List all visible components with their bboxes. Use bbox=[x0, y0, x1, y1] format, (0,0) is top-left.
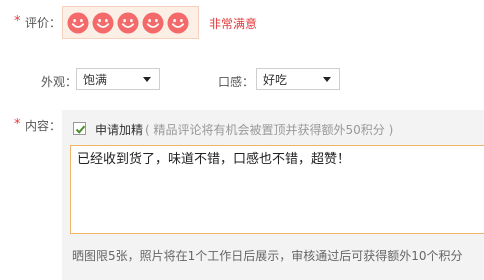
smiley-face-icon[interactable] bbox=[67, 12, 89, 34]
rating-stars[interactable] bbox=[62, 6, 199, 39]
appearance-select[interactable]: 饱满 bbox=[76, 68, 160, 90]
chevron-down-icon bbox=[143, 77, 151, 82]
photo-upload-note: 晒图限5张，照片将在1个工作日后展示，审核通过后可获得额外10个积分 bbox=[72, 249, 463, 263]
smiley-face-icon[interactable] bbox=[92, 12, 114, 34]
chevron-down-icon bbox=[323, 77, 331, 82]
rating-text: 非常满意 bbox=[209, 17, 258, 31]
taste-select[interactable]: 好吃 bbox=[256, 68, 340, 90]
taste-label: 口感： bbox=[218, 75, 255, 89]
apply-featured-checkbox[interactable] bbox=[73, 122, 86, 135]
taste-value: 好吃 bbox=[263, 72, 288, 87]
smiley-face-icon[interactable] bbox=[117, 12, 139, 34]
check-icon bbox=[75, 125, 86, 134]
rating-label: 评价： bbox=[25, 16, 62, 30]
required-marker: * bbox=[14, 14, 21, 29]
smiley-face-icon[interactable] bbox=[142, 12, 164, 34]
apply-featured-label[interactable]: 申请加精 bbox=[95, 121, 143, 138]
apply-featured-hint: ( 精品评论将有机会被置顶并获得额外50积分 ) bbox=[145, 123, 394, 137]
appearance-value: 饱满 bbox=[83, 72, 108, 87]
review-textarea[interactable]: 已经收到货了，味道不错，口感也不错，超赞！ bbox=[70, 145, 484, 234]
content-label: 内容： bbox=[25, 119, 62, 133]
appearance-label: 外观： bbox=[41, 75, 78, 89]
smiley-face-icon[interactable] bbox=[167, 12, 189, 34]
required-marker: * bbox=[14, 117, 21, 132]
